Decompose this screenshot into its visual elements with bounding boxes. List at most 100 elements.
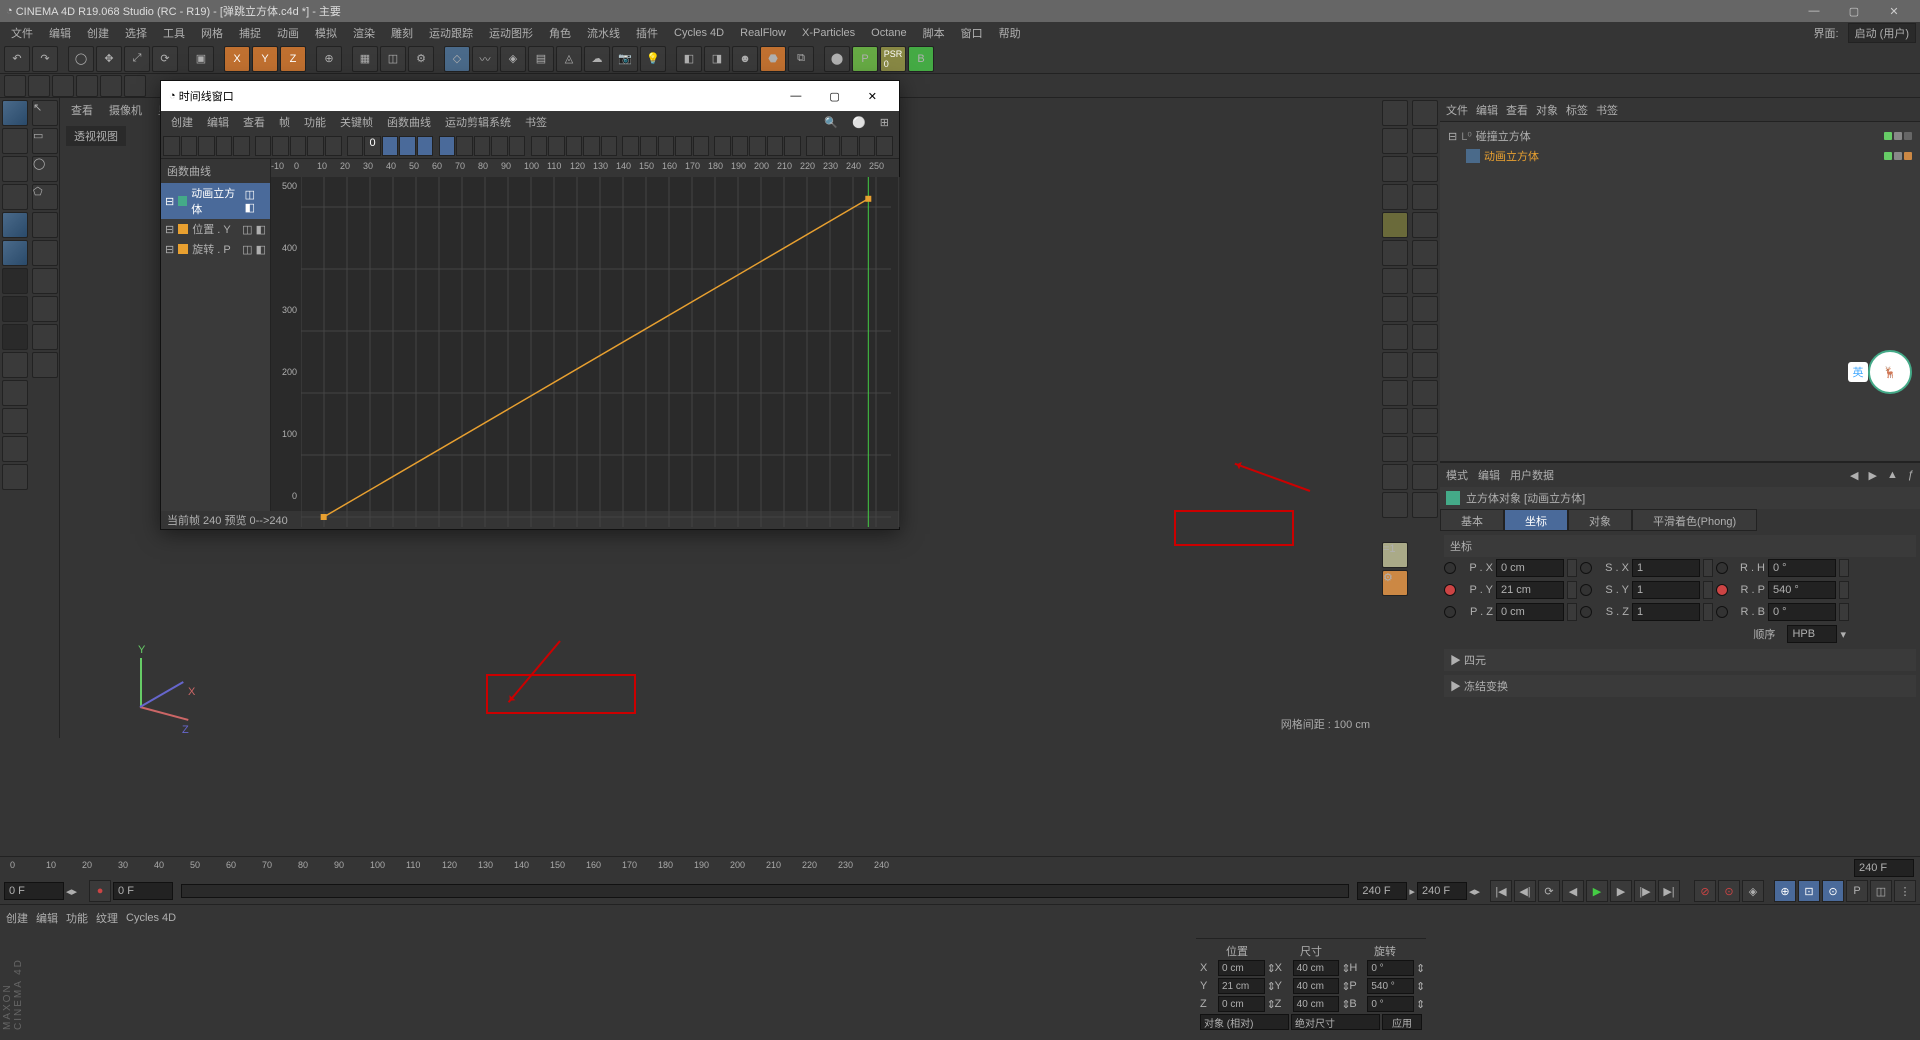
simulation-button[interactable]: ⧉ [788, 46, 814, 72]
rec-sz-icon[interactable] [1580, 606, 1592, 618]
nurbs-button[interactable]: ◈ [500, 46, 526, 72]
attrmenu-编辑[interactable]: 编辑 [1478, 467, 1500, 483]
size-mode-select[interactable]: 绝对尺寸 [1291, 1014, 1380, 1030]
tw-tool-3[interactable] [216, 136, 233, 156]
rtool-7[interactable] [1382, 268, 1408, 294]
attrmenu-用户数据[interactable]: 用户数据 [1510, 467, 1554, 483]
rec-sx-icon[interactable] [1580, 562, 1592, 574]
spin-icon[interactable] [1703, 603, 1713, 621]
sz-input[interactable]: 1 [1632, 603, 1700, 621]
rtool-b14[interactable] [1412, 464, 1438, 490]
rec-sy-icon[interactable] [1580, 584, 1592, 596]
menu-帮助[interactable]: 帮助 [992, 23, 1028, 43]
objtab-对象[interactable]: 对象 [1536, 102, 1558, 118]
rtool-2[interactable] [1382, 128, 1408, 154]
tw-tool-16[interactable] [456, 136, 473, 156]
tw-tool-20[interactable] [531, 136, 548, 156]
tw-tool-12[interactable] [382, 136, 399, 156]
render-settings-button[interactable]: ⚙ [408, 46, 434, 72]
tw-tool-24[interactable] [601, 136, 618, 156]
menu-创建[interactable]: 创建 [80, 23, 116, 43]
spin-icon[interactable]: ◂▸ [66, 885, 77, 898]
tw-tool-27[interactable] [658, 136, 675, 156]
start-frame-input[interactable]: 0 F [4, 882, 64, 900]
tw-tool-21[interactable] [548, 136, 565, 156]
tool-b[interactable] [28, 75, 50, 97]
tool-d[interactable] [76, 75, 98, 97]
section-quaternion[interactable]: ▶ 四元 [1444, 649, 1916, 671]
menu-流水线[interactable]: 流水线 [580, 23, 627, 43]
lasso-select-button[interactable]: ◯ [32, 156, 58, 182]
x-axis-toggle[interactable]: X [224, 46, 250, 72]
spin-icon[interactable] [1703, 559, 1713, 577]
mograph-button[interactable]: ◧ [676, 46, 702, 72]
environment-button[interactable]: ☁ [584, 46, 610, 72]
tw-tool-19[interactable] [509, 136, 526, 156]
tw-gear-icon[interactable]: ⊞ [874, 114, 895, 131]
tool-c[interactable] [52, 75, 74, 97]
tw-tool-0[interactable] [163, 136, 180, 156]
tool-2f[interactable] [32, 352, 58, 378]
objtab-编辑[interactable]: 编辑 [1476, 102, 1498, 118]
main-timeline-ruler[interactable]: 0102030405060708090100110120130140150160… [0, 856, 1920, 878]
coord-sys-button[interactable]: ⊕ [316, 46, 342, 72]
rec-rp-icon[interactable] [1716, 584, 1728, 596]
sy-input[interactable]: 1 [1632, 581, 1700, 599]
tree-row-0[interactable]: ⊟动画立方体◫ ◧ [161, 183, 270, 219]
tw-tool-5[interactable] [255, 136, 272, 156]
bottomtab-Cycles 4D[interactable]: Cycles 4D [126, 912, 176, 924]
rtool-b6[interactable] [1412, 240, 1438, 266]
object-mode-button[interactable] [2, 212, 28, 238]
rtool-b8[interactable] [1412, 296, 1438, 322]
settings-gear-button[interactable]: ⚙ [1382, 570, 1408, 596]
rtool-b12[interactable] [1412, 408, 1438, 434]
object-row-anim[interactable]: 动画立方体 [1444, 146, 1916, 166]
expand-icon[interactable]: ⊟ [1448, 130, 1457, 143]
dynamics-button[interactable]: ⬣ [760, 46, 786, 72]
menu-窗口[interactable]: 窗口 [954, 23, 990, 43]
rotate-button[interactable]: ⟳ [152, 46, 178, 72]
vp-menu-查看[interactable]: 查看 [64, 100, 100, 120]
last-tool-button[interactable]: ▣ [188, 46, 214, 72]
tool-a[interactable] [4, 75, 26, 97]
rtool-b5[interactable] [1412, 212, 1438, 238]
px-input[interactable]: 0 cm [1496, 559, 1564, 577]
twmenu-编辑[interactable]: 编辑 [201, 112, 235, 132]
poly-mode-button[interactable] [2, 324, 28, 350]
bottomtab-创建[interactable]: 创建 [6, 910, 28, 926]
tw-maximize-button[interactable]: ▢ [815, 90, 853, 103]
twmenu-创建[interactable]: 创建 [165, 112, 199, 132]
tool-2e[interactable] [32, 324, 58, 350]
menu-模拟[interactable]: 模拟 [308, 23, 344, 43]
tool-f[interactable] [124, 75, 146, 97]
menu-选择[interactable]: 选择 [118, 23, 154, 43]
tw-tool-34[interactable] [784, 136, 801, 156]
attrtab-平滑着色(Phong)[interactable]: 平滑着色(Phong) [1632, 509, 1757, 531]
menu-雕刻[interactable]: 雕刻 [384, 23, 420, 43]
tw-tool-37[interactable] [841, 136, 858, 156]
maximize-button[interactable]: ▢ [1834, 0, 1874, 22]
menu-文件[interactable]: 文件 [4, 23, 40, 43]
plugin-btn-1[interactable]: ⬤ [824, 46, 850, 72]
rot-key-toggle[interactable]: ⊙ [1822, 880, 1844, 902]
tw-search-icon[interactable]: 🔍 [818, 114, 844, 131]
point-mode-button[interactable] [2, 268, 28, 294]
tw-tool-22[interactable] [566, 136, 583, 156]
tw-tool-11[interactable]: 0 [364, 136, 381, 156]
coord-space-select[interactable]: 对象 (相对) [1200, 1014, 1289, 1030]
go-prev-key-button[interactable]: ◀| [1514, 880, 1536, 902]
objtab-书签[interactable]: 书签 [1596, 102, 1618, 118]
live-select-button[interactable]: ◯ [68, 46, 94, 72]
tw-tool-23[interactable] [583, 136, 600, 156]
rtool-b1[interactable] [1412, 100, 1438, 126]
rtool-b15[interactable] [1412, 492, 1438, 518]
rtool-b7[interactable] [1412, 268, 1438, 294]
char-button[interactable]: ☻ [732, 46, 758, 72]
py-input[interactable]: 21 cm [1496, 581, 1564, 599]
rtool-5[interactable] [1382, 212, 1408, 238]
psr-button[interactable]: PSR0 [880, 46, 906, 72]
tw-filter-icon[interactable]: ⚪ [846, 114, 872, 131]
menu-运动图形[interactable]: 运动图形 [482, 23, 540, 43]
tw-tool-14[interactable] [417, 136, 434, 156]
ime-badge[interactable]: 英 [1848, 362, 1868, 382]
